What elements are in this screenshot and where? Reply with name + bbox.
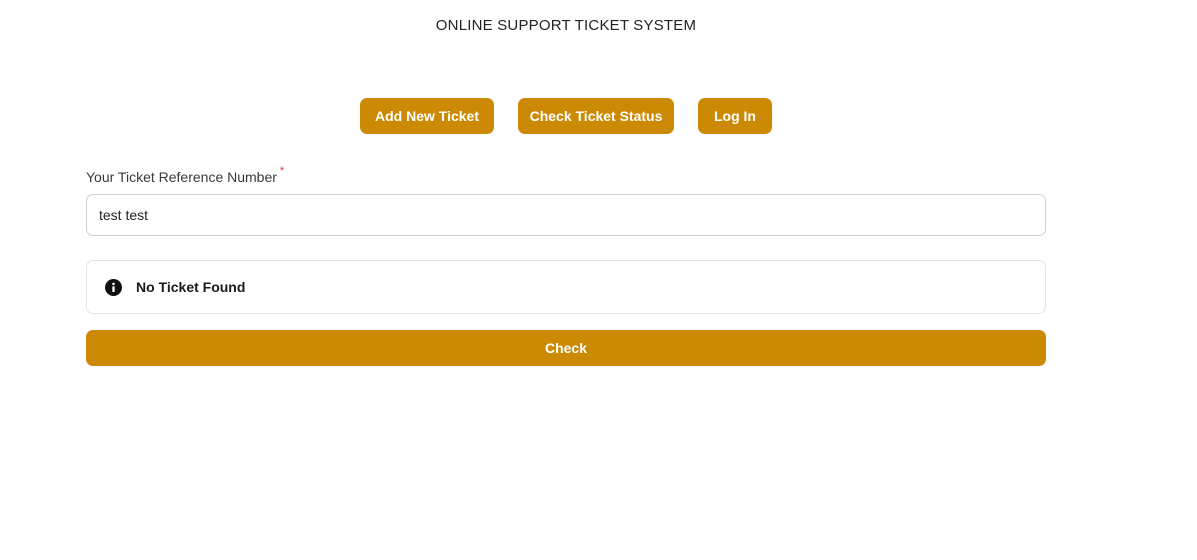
log-in-button[interactable]: Log In [698,98,772,134]
check-ticket-status-button[interactable]: Check Ticket Status [518,98,674,134]
reference-number-label-text: Your Ticket Reference Number [86,169,277,185]
info-circle-icon [105,278,122,296]
alert-message: No Ticket Found [136,279,246,295]
add-new-ticket-button[interactable]: Add New Ticket [360,98,494,134]
page-title: ONLINE SUPPORT TICKET SYSTEM [435,17,697,34]
check-button[interactable]: Check [86,330,1046,366]
required-asterisk: * [279,165,285,177]
reference-number-label: Your Ticket Reference Number * [86,165,284,185]
ticket-reference-input[interactable] [86,194,1046,236]
no-ticket-alert: No Ticket Found [86,260,1046,314]
